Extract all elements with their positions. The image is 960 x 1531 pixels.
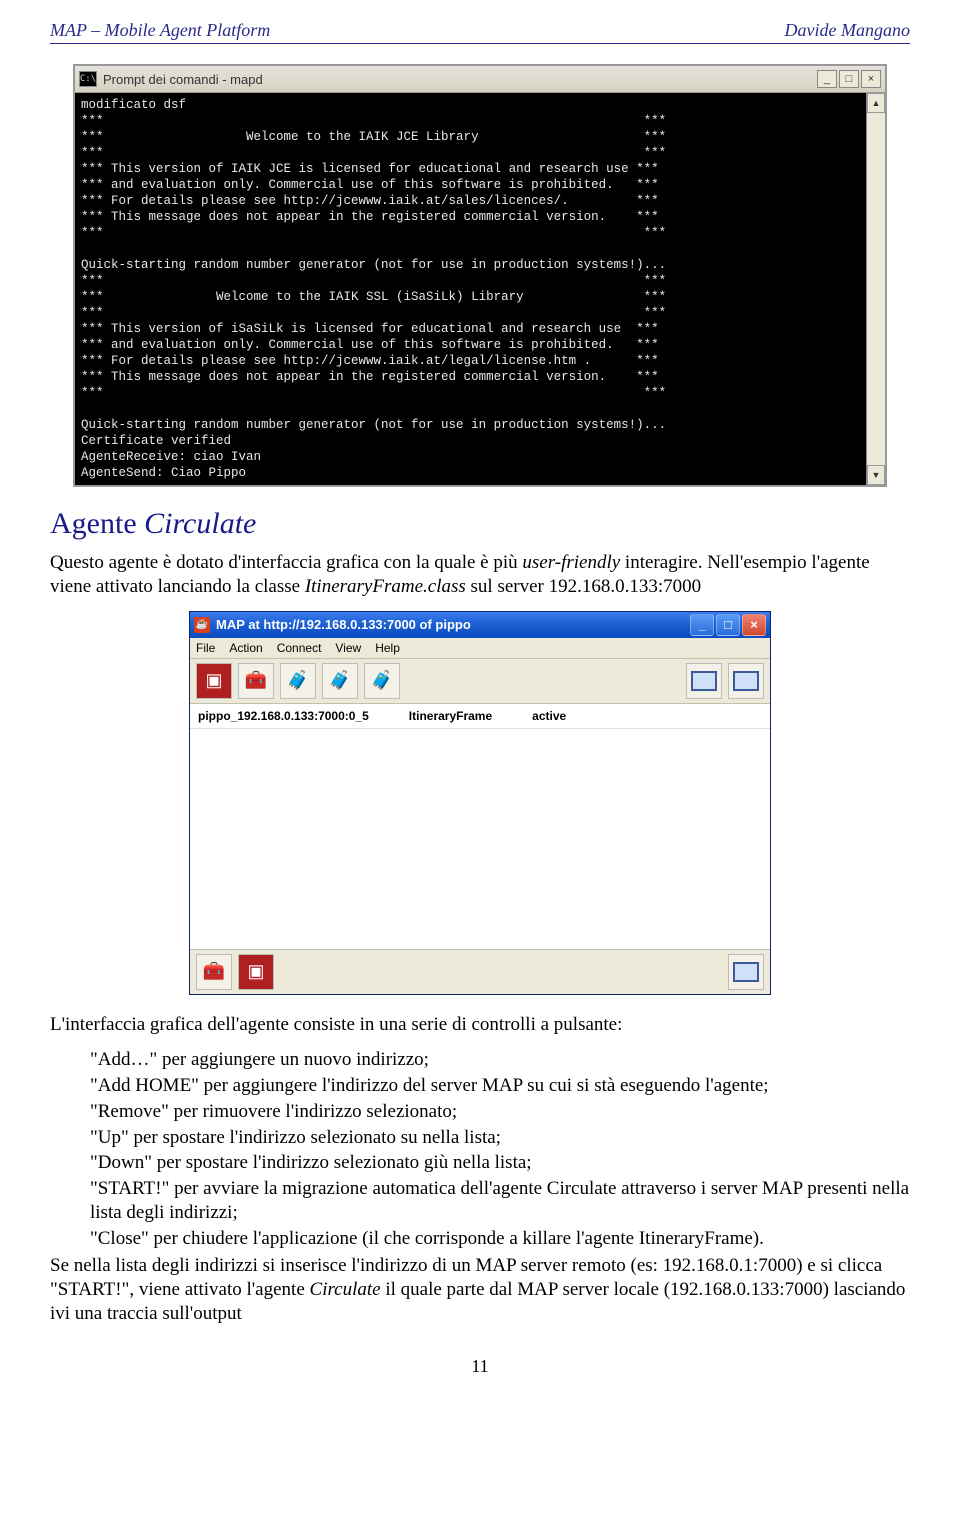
toolbar-icon-5[interactable]: 🧳 [364, 663, 400, 699]
maximize-button[interactable]: □ [839, 70, 859, 88]
header-right: Davide Mangano [785, 20, 910, 41]
toolbar-icon-4[interactable]: 🧳 [322, 663, 358, 699]
scroll-up-icon[interactable]: ▲ [867, 93, 885, 113]
map-titlebar: ☕ MAP at http://192.168.0.133:7000 of pi… [190, 612, 770, 638]
p1-t1: Questo agente è dotato d'interfaccia gra… [50, 552, 522, 573]
bullet-start: "START!" per avviare la migrazione autom… [90, 1177, 910, 1225]
menu-help[interactable]: Help [375, 641, 400, 655]
status-icon-1[interactable]: 🧰 [196, 954, 232, 990]
status-monitor-icon[interactable] [728, 954, 764, 990]
bullet-list: "Add…" per aggiungere un nuovo indirizzo… [90, 1048, 910, 1250]
bullet-add-home: "Add HOME" per aggiungere l'indirizzo de… [90, 1074, 910, 1098]
map-app-window: ☕ MAP at http://192.168.0.133:7000 of pi… [189, 611, 771, 995]
bullet-add: "Add…" per aggiungere un nuovo indirizzo… [90, 1048, 910, 1072]
map-title: MAP at http://192.168.0.133:7000 of pipp… [216, 617, 690, 632]
bullet-down: "Down" per spostare l'indirizzo selezion… [90, 1151, 910, 1175]
paragraph-1: Questo agente è dotato d'interfaccia gra… [50, 551, 910, 599]
minimize-button[interactable]: _ [690, 614, 714, 636]
menu-file[interactable]: File [196, 641, 215, 655]
scroll-down-icon[interactable]: ▼ [867, 465, 885, 485]
console-title: Prompt dei comandi - mapd [103, 72, 817, 87]
close-button[interactable]: × [742, 614, 766, 636]
p1-it2: ItineraryFrame.class [305, 576, 466, 597]
console-scrollbar[interactable]: ▲ ▼ [866, 93, 885, 485]
menu-connect[interactable]: Connect [277, 641, 322, 655]
p3-it1: Circulate [310, 1279, 381, 1300]
monitor-icon-2[interactable] [728, 663, 764, 699]
close-button[interactable]: × [861, 70, 881, 88]
console-window: C:\ Prompt dei comandi - mapd _ □ × modi… [73, 64, 887, 487]
toolbar-icon-1[interactable]: ▣ [196, 663, 232, 699]
p1-it1: user-friendly [522, 552, 620, 573]
menubar: File Action Connect View Help [190, 638, 770, 659]
paragraph-2: L'interfaccia grafica dell'agente consis… [50, 1013, 910, 1037]
section-title: Agente Circulate [50, 507, 910, 541]
menu-action[interactable]: Action [229, 641, 262, 655]
minimize-button[interactable]: _ [817, 70, 837, 88]
p1-t3: sul server 192.168.0.133:7000 [466, 576, 701, 597]
java-icon: ☕ [194, 617, 210, 633]
monitor-icon-1[interactable] [686, 663, 722, 699]
agent-id: pippo_192.168.0.133:7000:0_5 [198, 709, 369, 723]
agent-class: ItineraryFrame [409, 709, 492, 723]
bullet-up: "Up" per spostare l'indirizzo selezionat… [90, 1126, 910, 1150]
console-output: modificato dsf *** *** *** Welcome to th… [75, 93, 866, 485]
menu-view[interactable]: View [335, 641, 361, 655]
title-word-1: Agente [50, 507, 144, 540]
status-icon-2[interactable]: ▣ [238, 954, 274, 990]
bullet-remove: "Remove" per rimuovere l'indirizzo selez… [90, 1100, 910, 1124]
toolbar: ▣ 🧰 🧳 🧳 🧳 [190, 659, 770, 704]
cmd-icon: C:\ [79, 71, 97, 87]
agent-status: active [532, 709, 566, 723]
list-empty-area [190, 728, 770, 949]
toolbar-icon-2[interactable]: 🧰 [238, 663, 274, 699]
agent-list: pippo_192.168.0.133:7000:0_5 ItineraryFr… [190, 704, 770, 949]
scroll-track[interactable] [867, 113, 885, 465]
maximize-button[interactable]: □ [716, 614, 740, 636]
agent-row[interactable]: pippo_192.168.0.133:7000:0_5 ItineraryFr… [190, 704, 770, 728]
bullet-close: "Close" per chiudere l'applicazione (il … [90, 1227, 910, 1251]
paragraph-3: Se nella lista degli indirizzi si inseri… [50, 1254, 910, 1325]
page-number: 11 [50, 1356, 910, 1377]
header-left: MAP – Mobile Agent Platform [50, 20, 270, 41]
statusbar: 🧰 ▣ [190, 949, 770, 994]
toolbar-icon-3[interactable]: 🧳 [280, 663, 316, 699]
title-word-2: Circulate [144, 507, 256, 540]
page-header: MAP – Mobile Agent Platform Davide Manga… [50, 20, 910, 44]
console-titlebar: C:\ Prompt dei comandi - mapd _ □ × [75, 66, 885, 93]
